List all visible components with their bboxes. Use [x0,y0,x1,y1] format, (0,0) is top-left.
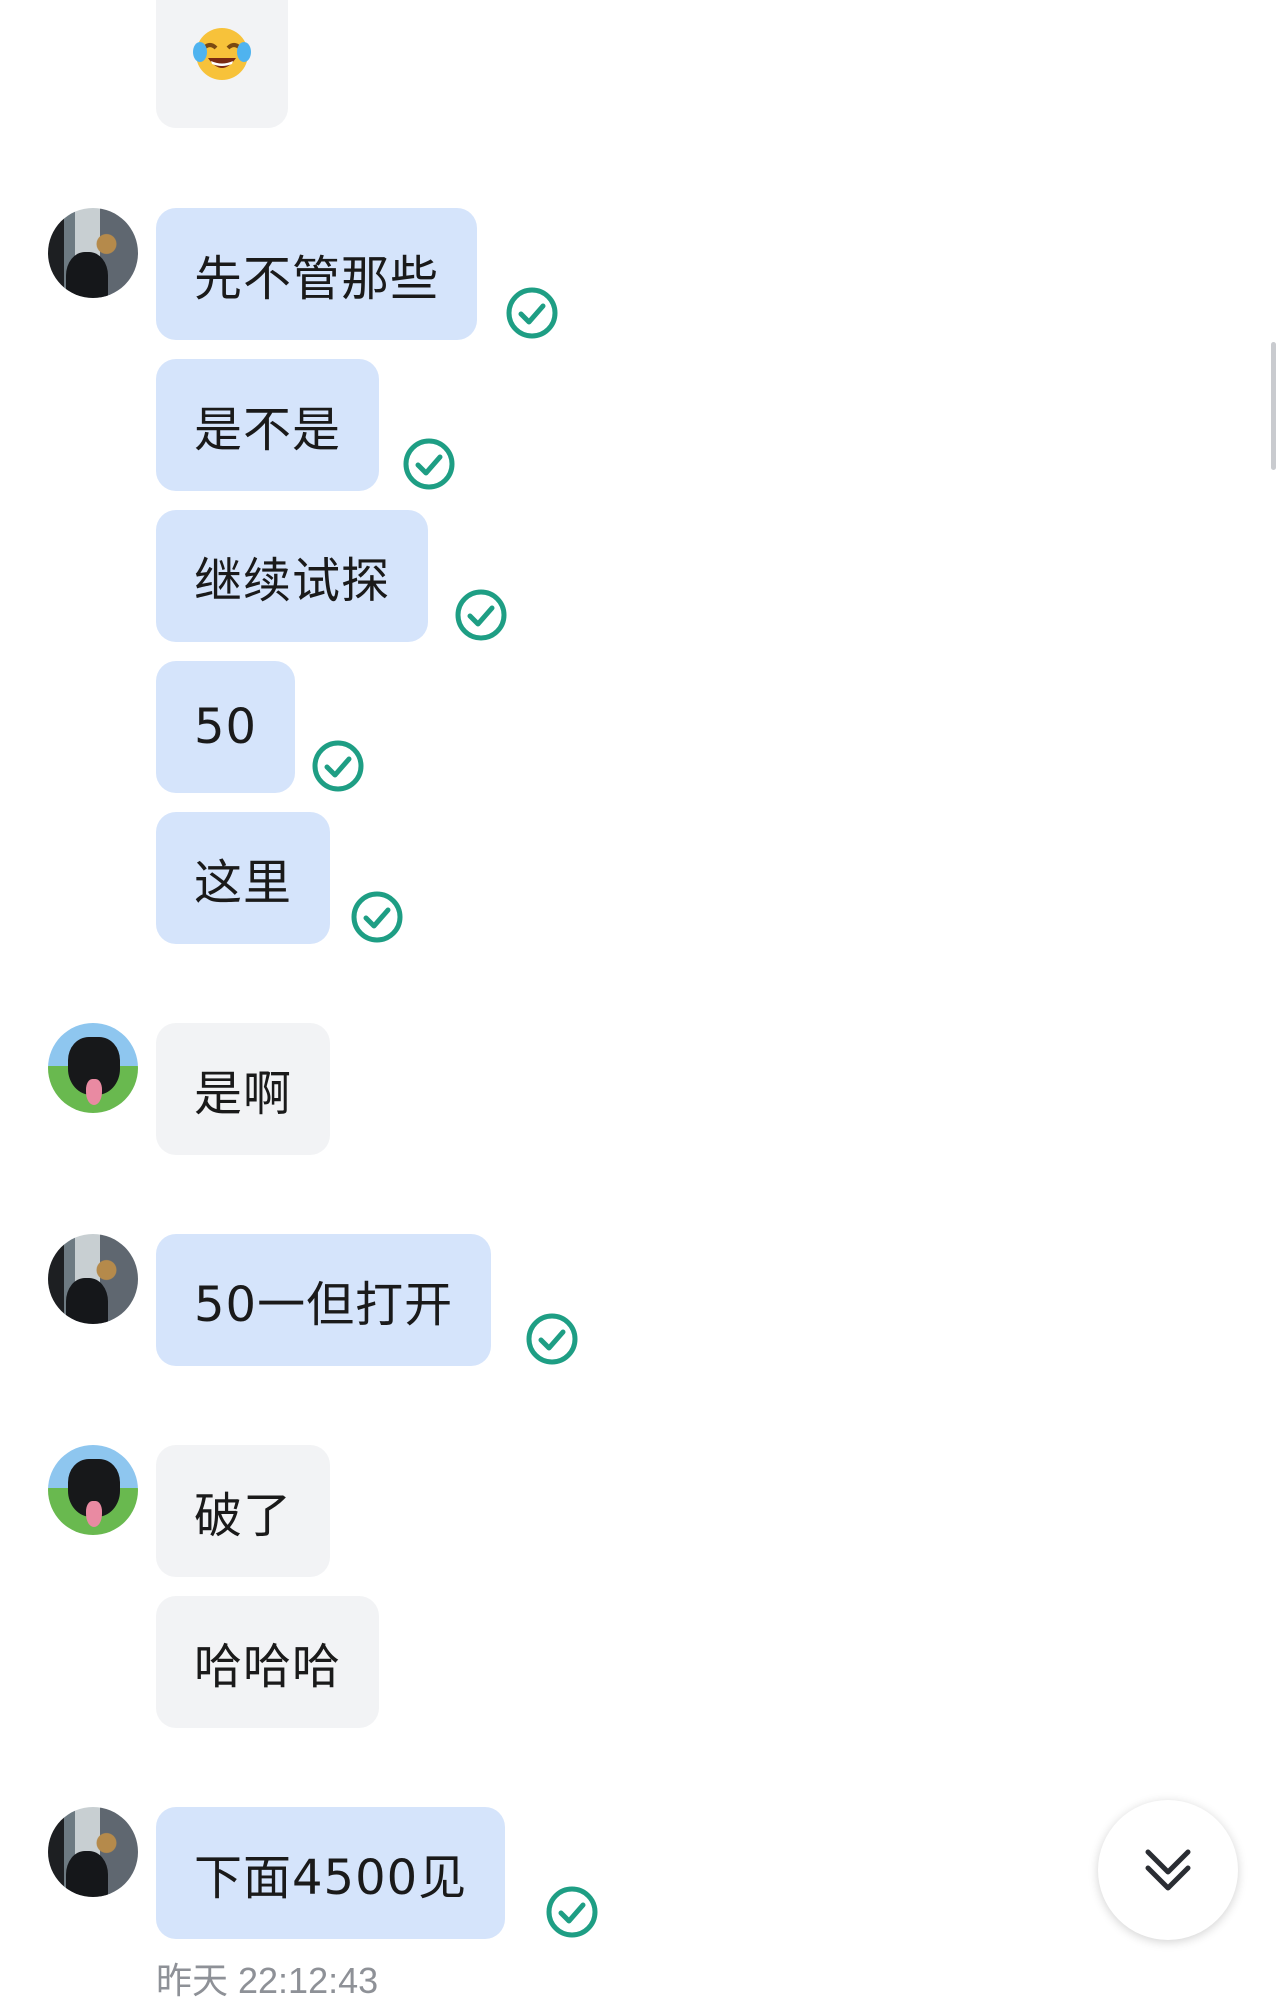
message-bubble-incoming[interactable]: 哈哈哈 [156,1596,380,1728]
message-bubble-outgoing[interactable]: 是不是 [156,359,380,491]
read-check-icon [506,287,558,339]
read-check-icon [351,891,403,943]
read-check-icon [312,740,364,792]
message-text: 50一但打开 [194,1277,454,1333]
message-bubble-outgoing[interactable]: 50一但打开 [156,1234,492,1366]
message-bubble-outgoing[interactable]: 先不管那些 [156,208,478,340]
scrollbar[interactable] [1271,342,1276,470]
message-bubble-outgoing[interactable]: 继续试探 [156,510,429,642]
emoji-message-bubble[interactable] [156,0,288,128]
message-bubble-outgoing[interactable]: 下面4500见 [156,1807,506,1939]
message-text: 是不是 [194,402,342,458]
message-bubble-outgoing[interactable]: 这里 [156,812,331,944]
read-check-icon [526,1313,578,1365]
read-check-icon [455,589,507,641]
avatar-contact[interactable] [48,1445,138,1535]
message-text: 破了 [194,1488,293,1544]
read-check-icon [403,438,455,490]
message-text: 50 [194,699,258,755]
message-text: 是啊 [194,1066,293,1122]
message-text: 继续试探 [194,553,391,609]
message-bubble-incoming[interactable]: 破了 [156,1445,331,1577]
message-bubble-outgoing[interactable]: 50 [156,661,296,793]
message-text: 下面4500见 [194,1850,468,1906]
message-text: 这里 [194,855,293,911]
message-text: 先不管那些 [194,251,440,307]
avatar-contact[interactable] [48,1023,138,1113]
avatar-me[interactable] [48,208,138,298]
message-bubble-incoming[interactable]: 是啊 [156,1023,331,1155]
crying-laughing-emoji-icon [193,28,251,80]
avatar-me[interactable] [48,1807,138,1897]
message-text: 哈哈哈 [194,1639,342,1695]
avatar-me[interactable] [48,1234,138,1324]
message-timestamp: 昨天 22:12:43 [156,1960,379,2001]
read-check-icon [546,1886,598,1938]
scroll-to-bottom-button[interactable] [1098,1800,1238,1940]
double-chevron-down-icon [1145,1849,1191,1891]
